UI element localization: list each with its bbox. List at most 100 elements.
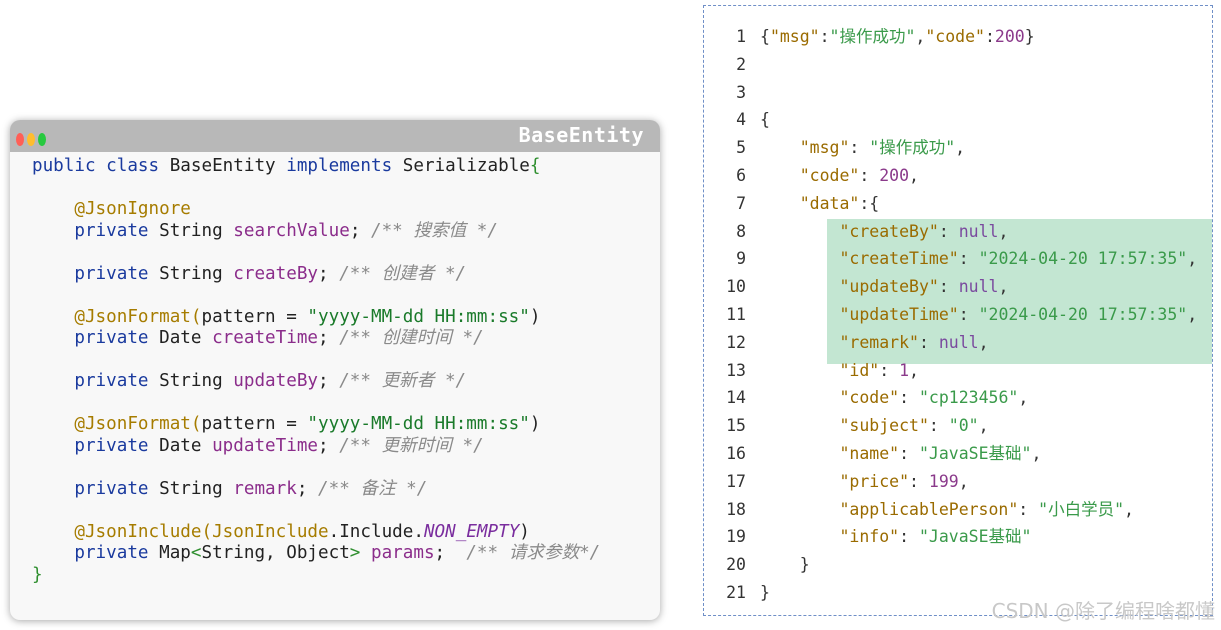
- code-token: JsonInclude: [212, 521, 329, 542]
- line-number: 8: [736, 221, 746, 241]
- code-token: "yyyy-MM-dd HH:mm:ss": [307, 306, 530, 327]
- line-number: 5: [736, 138, 746, 158]
- json-token: "subject": [839, 416, 929, 436]
- code-token: String: [159, 371, 234, 391]
- code-token: .Include.: [328, 521, 424, 542]
- code-token: implements: [286, 156, 403, 176]
- json-token: :: [928, 416, 949, 436]
- json-token: :: [958, 305, 979, 324]
- code-token: /** 更新者 */: [339, 371, 467, 391]
- code-token: updateTime: [212, 435, 319, 456]
- code-token: searchValue: [233, 220, 350, 241]
- code-window: BaseEntity public class BaseEntity imple…: [10, 120, 660, 620]
- maximize-window-dot-icon[interactable]: [38, 133, 46, 146]
- line-number: 6: [736, 166, 746, 185]
- line-number: 18: [726, 499, 746, 519]
- json-token: }: [760, 555, 810, 575]
- line-number: 3: [736, 82, 746, 102]
- line-number: 19: [726, 527, 746, 547]
- json-line: 12 "remark": null,: [704, 329, 1212, 357]
- json-line: 10 "updateBy": null,: [704, 273, 1212, 301]
- code-token: private: [74, 263, 160, 284]
- minimize-window-dot-icon[interactable]: [27, 133, 35, 146]
- json-token: 200: [879, 166, 910, 185]
- code-token: ;: [296, 478, 319, 499]
- json-token: :: [938, 221, 959, 241]
- json-token: ,: [998, 277, 1009, 297]
- line-number: 14: [726, 388, 746, 408]
- json-token: :: [879, 360, 900, 380]
- code-token: private: [74, 435, 160, 456]
- code-token: /** 请求参数*/: [466, 543, 601, 563]
- json-line: 6 "code": 200,: [704, 162, 1212, 190]
- json-line: 16 "name": "JavaSE基础",: [704, 440, 1212, 468]
- line-number: 2: [736, 54, 746, 74]
- json-token: "JavaSE基础": [918, 527, 1032, 547]
- json-token: ,: [915, 27, 926, 46]
- json-token: :: [849, 138, 870, 158]
- line-number: 17: [726, 471, 746, 491]
- json-line: 3: [704, 79, 1212, 107]
- line-number: 15: [726, 416, 746, 436]
- window-title-bar: BaseEntity: [10, 120, 660, 152]
- line-number: 7: [736, 193, 746, 213]
- json-token: :{: [859, 193, 880, 213]
- code-token: ;: [434, 543, 467, 563]
- json-token: ,: [909, 360, 919, 380]
- close-window-dot-icon[interactable]: [16, 133, 24, 146]
- code-token: >: [349, 543, 361, 563]
- json-token: ,: [978, 416, 989, 436]
- json-line: 4{: [704, 106, 1212, 134]
- code-line: private Map<String, Object> params; /** …: [32, 543, 650, 565]
- code-token: private: [74, 543, 160, 563]
- code-token: updateBy: [233, 371, 319, 391]
- json-line: 11 "updateTime": "2024-04-20 17:57:35",: [704, 301, 1212, 329]
- json-token: null: [938, 332, 979, 352]
- json-line: 15 "subject": "0",: [704, 412, 1212, 440]
- code-token: pattern =: [201, 414, 308, 434]
- code-token: @JsonInclude(: [74, 521, 213, 542]
- json-token: "price": [839, 471, 910, 491]
- json-token: "createBy": [839, 221, 939, 241]
- code-token: @JsonIgnore: [74, 199, 191, 219]
- json-token: {: [760, 110, 770, 130]
- json-line: 14 "code": "cp123456",: [704, 384, 1212, 412]
- json-token: ,: [909, 166, 919, 185]
- json-line: 7 "data":{: [704, 190, 1212, 218]
- json-token: ,: [978, 332, 989, 352]
- line-number: 20: [726, 555, 746, 575]
- json-token: :: [938, 277, 959, 297]
- json-token: ,: [1124, 499, 1134, 519]
- code-token: Date: [159, 435, 213, 456]
- code-token: ): [529, 306, 541, 327]
- code-line: private Date updateTime; /** 更新时间 */: [32, 436, 650, 458]
- json-token: "msg": [769, 27, 820, 46]
- json-response-panel: 1 {"msg":"操作成功","code":200} 2 3 4{5 "msg": "…: [703, 5, 1213, 616]
- json-token: ,: [1187, 249, 1198, 269]
- code-line: @JsonInclude(JsonInclude.Include.NON_EMP…: [32, 522, 650, 544]
- json-token: "0": [948, 416, 979, 436]
- code-token: public class: [32, 156, 170, 176]
- code-token: <: [190, 543, 202, 563]
- code-token: ;: [318, 328, 340, 348]
- code-line: @JsonFormat(pattern = "yyyy-MM-dd HH:mm:…: [32, 307, 650, 329]
- code-token: String: [159, 478, 234, 499]
- json-token: :: [909, 471, 929, 491]
- json-token: "msg": [799, 138, 850, 158]
- line-number: 9: [736, 249, 746, 269]
